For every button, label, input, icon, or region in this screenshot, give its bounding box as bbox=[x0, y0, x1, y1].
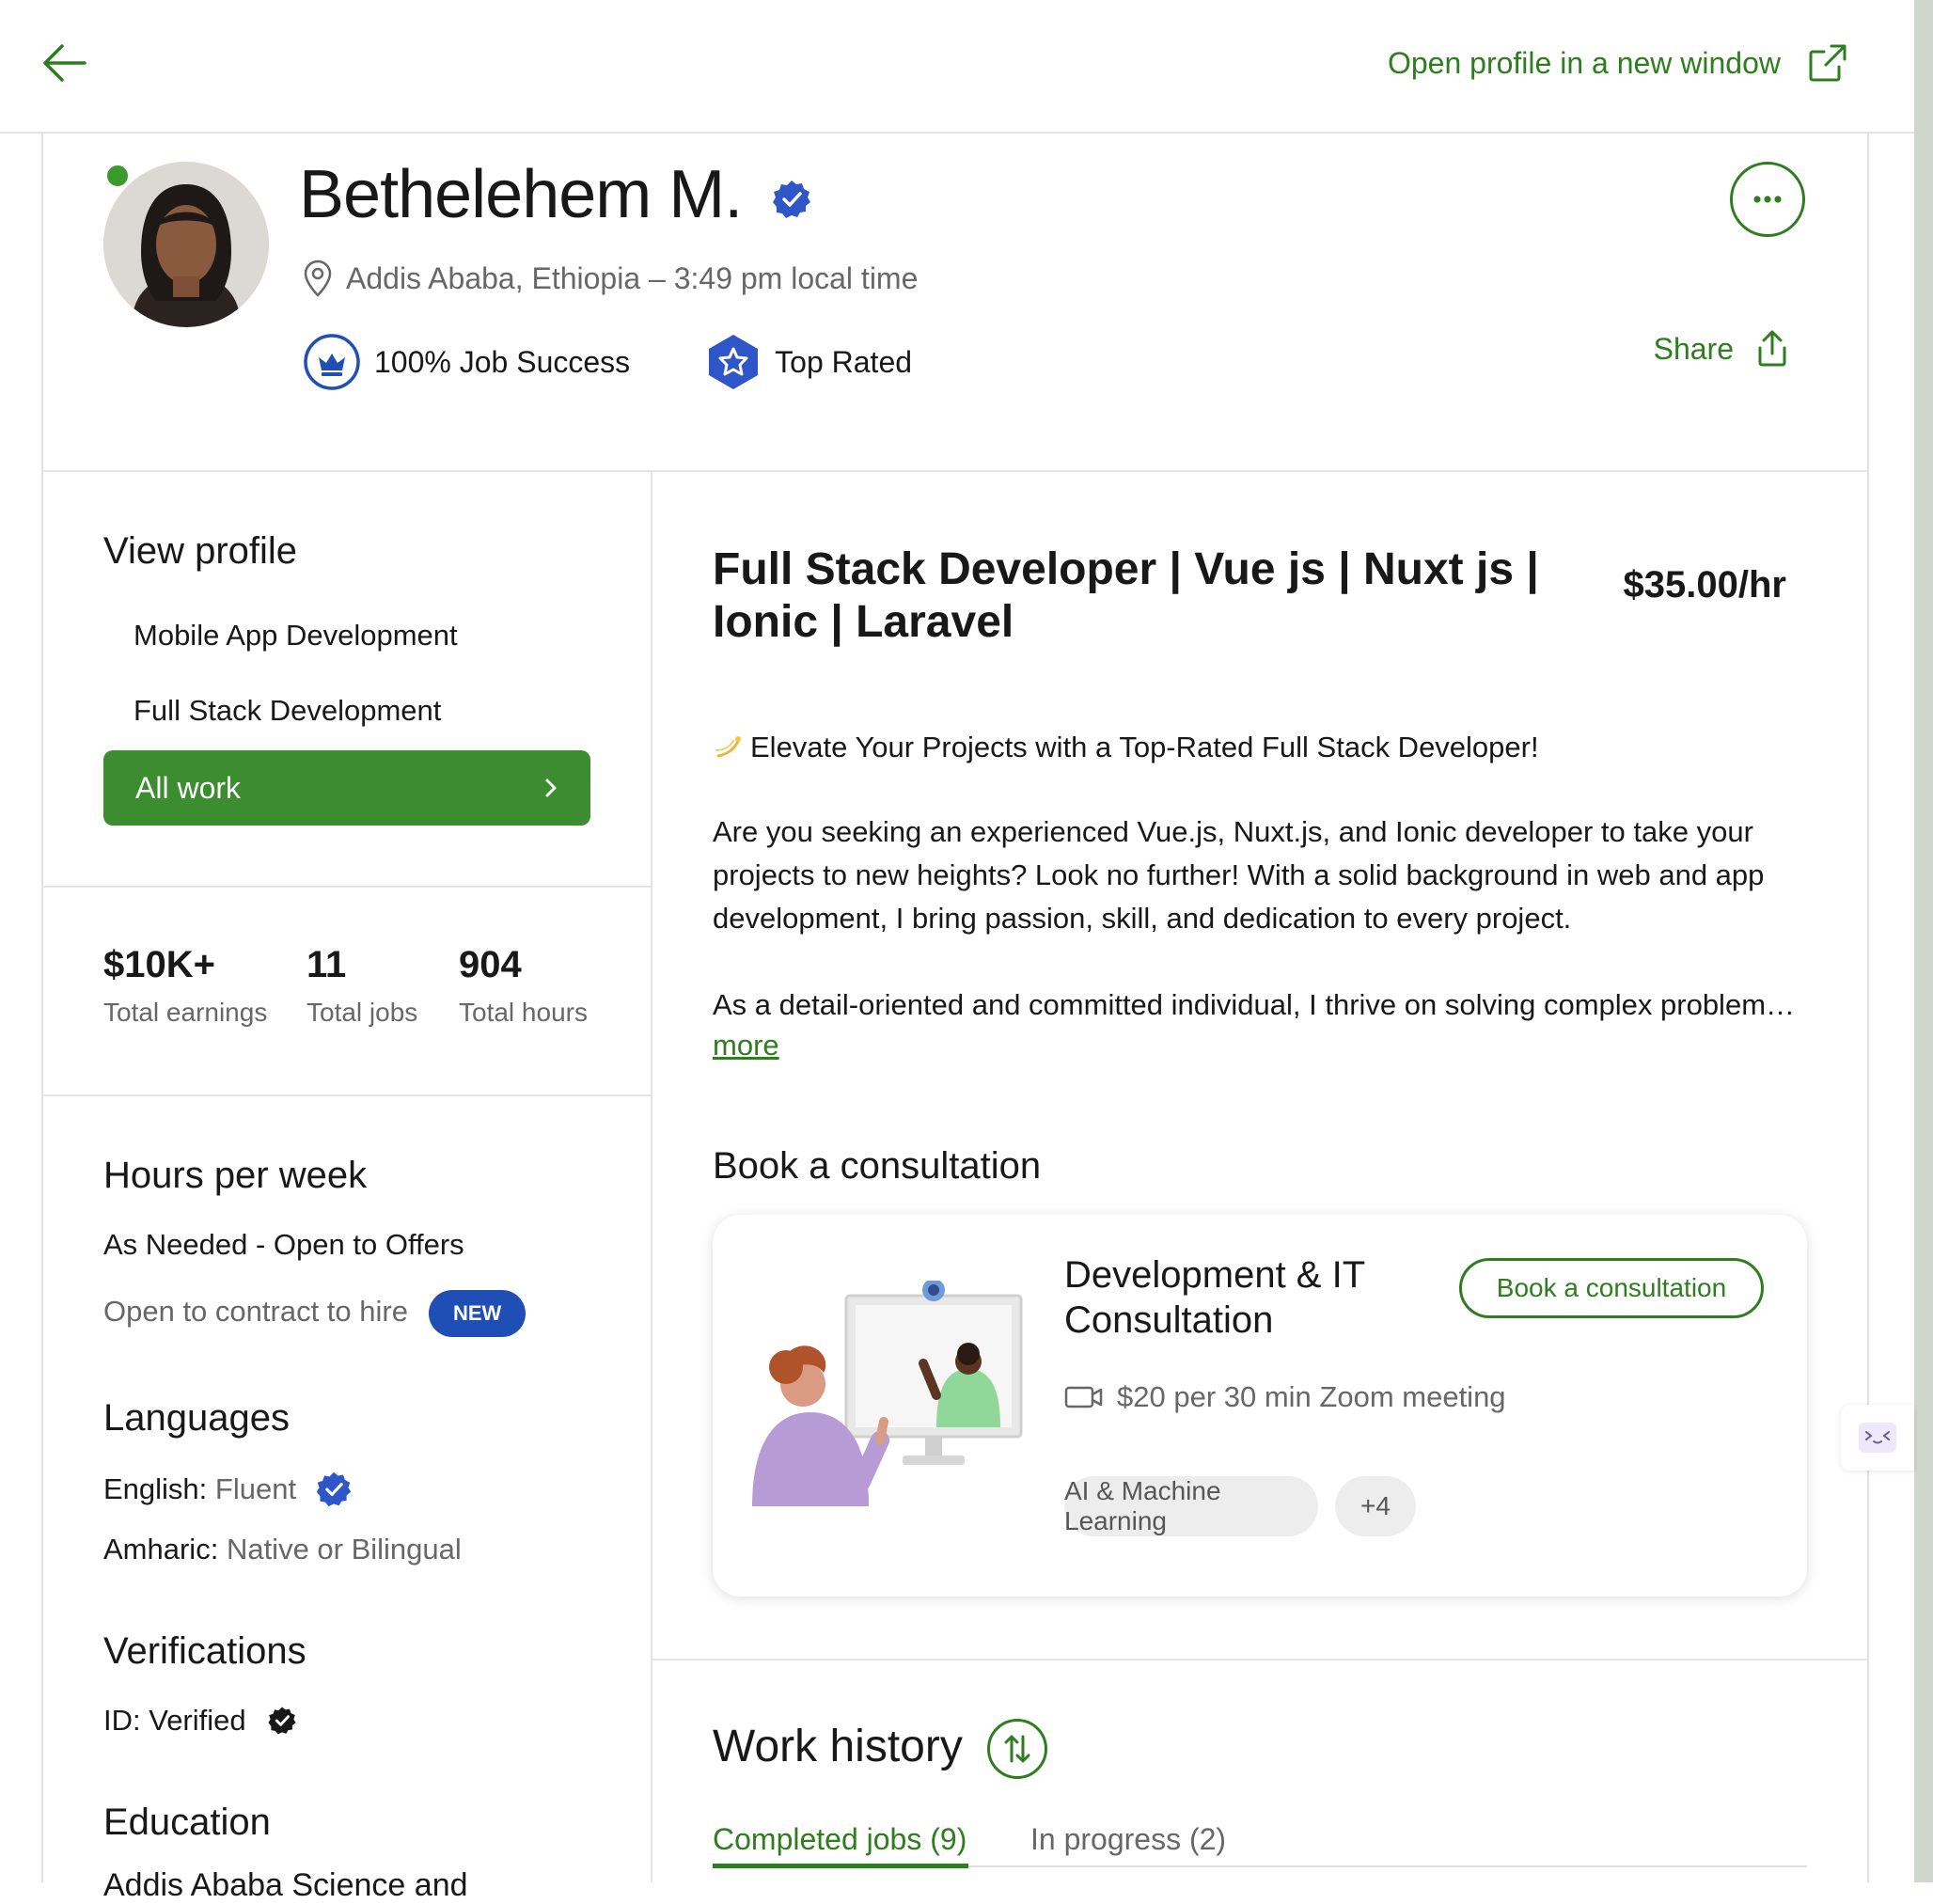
sidebar-divider-2 bbox=[41, 1094, 652, 1096]
open-profile-label: Open profile in a new window bbox=[1387, 45, 1781, 80]
top-rated-text: Top Rated bbox=[775, 344, 913, 379]
top-rated-badge: Top Rated bbox=[705, 333, 912, 391]
consultation-title: Development & IT Consultation bbox=[1064, 1254, 1365, 1341]
skill-chip[interactable]: AI & Machine Learning bbox=[1064, 1476, 1318, 1536]
stat-label: Total hours bbox=[459, 998, 588, 1027]
widget-face-icon bbox=[1859, 1423, 1896, 1453]
sidebar-item-full-stack[interactable]: Full Stack Development bbox=[134, 694, 441, 728]
consultation-card: Development & IT Consultation Book a con… bbox=[713, 1215, 1807, 1597]
verified-check-icon bbox=[771, 179, 812, 220]
languages-heading: Languages bbox=[103, 1397, 290, 1439]
profile-badges: 100% Job Success Top Rated bbox=[303, 333, 912, 391]
consultation-heading: Book a consultation bbox=[713, 1145, 1042, 1187]
overview-paragraph-2: Are you seeking an experienced Vue.js, N… bbox=[713, 815, 1765, 935]
active-tab-indicator bbox=[713, 1864, 968, 1868]
stat-value: 11 bbox=[306, 944, 347, 985]
chevron-right-icon bbox=[545, 779, 557, 797]
location-pin-icon bbox=[304, 260, 332, 297]
more-skills-chip[interactable]: +4 bbox=[1335, 1476, 1416, 1536]
profile-title: Full Stack Developer | Vue js | Nuxt js … bbox=[713, 544, 1539, 647]
location-row: Addis Ababa, Ethiopia – 3:49 pm local ti… bbox=[303, 260, 918, 297]
overview-intro-text: Elevate Your Projects with a Top-Rated F… bbox=[750, 731, 1539, 763]
sort-button[interactable] bbox=[987, 1719, 1047, 1779]
stat-value: 904 bbox=[459, 944, 522, 985]
language-name: Amharic: bbox=[103, 1533, 219, 1566]
page-background bbox=[1914, 0, 1933, 1882]
language-level: Fluent bbox=[214, 1472, 297, 1505]
side-widget-button[interactable] bbox=[1841, 1405, 1914, 1471]
share-button[interactable]: Share bbox=[1654, 329, 1792, 369]
top-bar: Open profile in a new window bbox=[0, 0, 1914, 134]
content-frame-left bbox=[41, 132, 43, 1882]
all-work-label: All work bbox=[135, 770, 242, 805]
language-amharic: Amharic: Native or Bilingual bbox=[103, 1533, 462, 1566]
overview-intro: Elevate Your Projects with a Top-Rated F… bbox=[713, 726, 1813, 769]
open-profile-new-window-link[interactable]: Open profile in a new window bbox=[1388, 39, 1848, 87]
view-profile-heading: View profile bbox=[103, 530, 298, 572]
education-heading: Education bbox=[103, 1802, 271, 1843]
contract-to-hire-text: Open to contract to hire bbox=[103, 1295, 408, 1329]
consultation-price-row: $20 per 30 min Zoom meeting bbox=[1064, 1380, 1506, 1414]
all-work-button[interactable]: All work bbox=[103, 750, 590, 826]
location-text: Addis Ababa, Ethiopia – 3:49 pm local ti… bbox=[346, 260, 919, 295]
new-badge: NEW bbox=[428, 1290, 526, 1337]
sort-arrows-icon bbox=[1004, 1735, 1030, 1763]
crown-icon bbox=[304, 334, 360, 390]
language-english: English: Fluent bbox=[103, 1471, 353, 1508]
stat-total-earnings: $10K+ Total earnings bbox=[103, 944, 267, 1028]
more-options-button[interactable] bbox=[1730, 162, 1805, 237]
hourly-rate: $35.00/hr bbox=[1623, 564, 1786, 606]
verified-check-icon bbox=[316, 1471, 352, 1507]
avatar-photo bbox=[103, 162, 269, 327]
ellipsis-icon bbox=[1753, 196, 1782, 203]
hours-per-week-heading: Hours per week bbox=[103, 1155, 368, 1196]
main-divider bbox=[652, 1659, 1869, 1660]
id-verified-row: ID: Verified bbox=[103, 1704, 297, 1738]
book-consultation-button[interactable]: Book a consultation bbox=[1459, 1258, 1764, 1318]
external-link-icon bbox=[1809, 44, 1847, 82]
online-status-dot bbox=[103, 162, 132, 190]
stat-label: Total jobs bbox=[306, 998, 418, 1027]
overview-more-link[interactable]: more bbox=[713, 1029, 779, 1062]
top-rated-star-icon bbox=[709, 335, 759, 389]
back-arrow-icon[interactable] bbox=[39, 41, 88, 85]
job-success-badge: 100% Job Success bbox=[303, 333, 630, 391]
share-label: Share bbox=[1653, 331, 1734, 366]
column-divider bbox=[651, 470, 652, 1882]
header-divider bbox=[41, 470, 1869, 472]
consultation-illustration bbox=[752, 1279, 1034, 1506]
language-level: Native or Bilingual bbox=[226, 1533, 462, 1566]
stat-label: Total earnings bbox=[103, 998, 268, 1027]
tab-completed-jobs[interactable]: Completed jobs (9) bbox=[713, 1822, 966, 1857]
id-verified-icon bbox=[268, 1707, 296, 1735]
profile-panel: Open profile in a new window Bethelehem … bbox=[0, 0, 1914, 1903]
overview-paragraph-3: As a detail-oriented and committed indiv… bbox=[713, 988, 1796, 1021]
freelancer-name: Bethelehem M. bbox=[299, 157, 743, 232]
stat-total-hours: 904 Total hours bbox=[459, 944, 588, 1028]
content-frame-right bbox=[1867, 132, 1869, 1882]
sparkle-emoji-icon bbox=[715, 736, 741, 758]
id-verified-text: ID: Verified bbox=[103, 1704, 246, 1737]
tab-in-progress[interactable]: In progress (2) bbox=[1030, 1822, 1226, 1857]
education-school: Addis Ababa Science and bbox=[103, 1867, 468, 1903]
sidebar-item-mobile-app[interactable]: Mobile App Development bbox=[134, 619, 458, 653]
language-name: English: bbox=[103, 1472, 208, 1505]
job-success-text: 100% Job Success bbox=[374, 344, 631, 379]
verifications-heading: Verifications bbox=[103, 1630, 306, 1672]
work-history-heading: Work history bbox=[713, 1722, 963, 1771]
stat-value: $10K+ bbox=[103, 944, 215, 985]
contract-to-hire-row: Open to contract to hire NEW bbox=[103, 1290, 526, 1337]
share-icon bbox=[1758, 330, 1786, 367]
consultation-price: $20 per 30 min Zoom meeting bbox=[1117, 1380, 1506, 1413]
avatar bbox=[103, 162, 269, 327]
hours-value: As Needed - Open to Offers bbox=[103, 1228, 464, 1261]
video-camera-icon bbox=[1064, 1386, 1103, 1408]
stat-total-jobs: 11 Total jobs bbox=[306, 944, 417, 1028]
sidebar-divider-1 bbox=[41, 886, 652, 888]
